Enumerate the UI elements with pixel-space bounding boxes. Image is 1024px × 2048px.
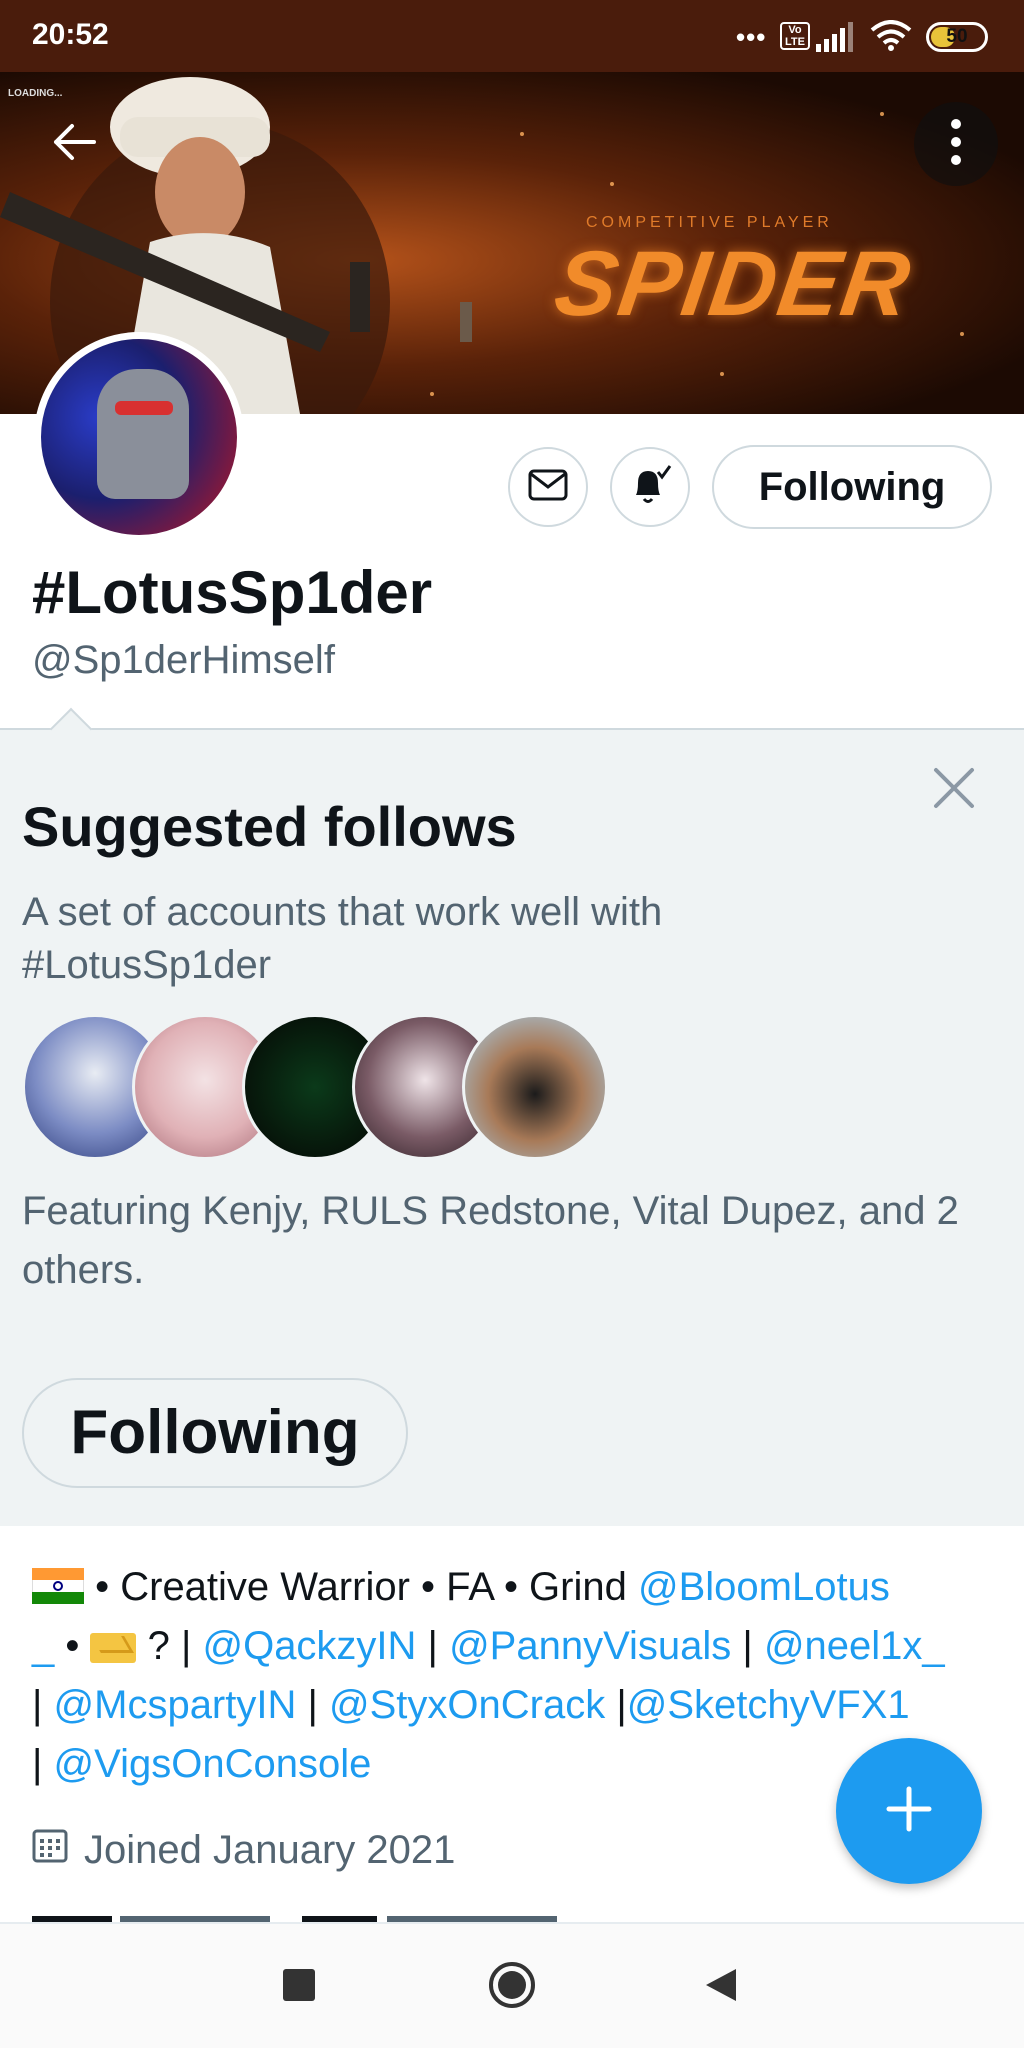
bio-text: |: [32, 1683, 54, 1727]
square-icon: [283, 1968, 315, 2006]
spark: [430, 392, 434, 396]
system-back-button[interactable]: [688, 1954, 754, 2020]
bio-text: |: [416, 1624, 450, 1668]
close-icon: [926, 768, 982, 820]
spark: [960, 332, 964, 336]
more-vertical-icon: [950, 118, 962, 171]
spark: [720, 372, 724, 376]
mention-link[interactable]: @neel1x_: [764, 1624, 945, 1668]
suggested-following-button[interactable]: Following: [22, 1378, 408, 1488]
mention-link[interactable]: _: [32, 1624, 54, 1668]
circle-icon: [488, 1961, 536, 2014]
bio-text: ? |: [136, 1624, 203, 1668]
panel-pointer: [49, 707, 93, 751]
profile-avatar[interactable]: [34, 332, 244, 542]
spark: [520, 132, 524, 136]
home-button[interactable]: [479, 1954, 545, 2020]
banner-brand: SPIDER: [548, 233, 918, 335]
suggested-title: Suggested follows: [22, 795, 517, 858]
calendar-icon: [32, 1827, 84, 1873]
profile-display-name: #LotusSp1der: [32, 559, 433, 626]
recents-button[interactable]: [266, 1954, 332, 2020]
bio-text: |: [605, 1683, 627, 1727]
compose-tweet-button[interactable]: [836, 1738, 982, 1884]
more-notifications-icon: •••: [736, 22, 767, 52]
triangle-back-icon: [704, 1967, 738, 2008]
bio-text: |: [731, 1624, 764, 1668]
avatar-figure: [97, 369, 189, 499]
mention-link[interactable]: @SketchyVFX1: [627, 1683, 910, 1727]
suggested-featuring: Featuring Kenjy, RULS Redstone, Vital Du…: [22, 1189, 959, 1292]
cut-off-text-remnant: [32, 1916, 557, 1922]
mention-link[interactable]: @QackzyIN: [202, 1624, 416, 1668]
incoming-envelope-icon: [90, 1633, 137, 1663]
status-bar: 20:52 ••• Vo LTE 50: [0, 0, 1024, 72]
bio-text: • Creative Warrior • FA • Grind: [84, 1565, 638, 1609]
spark: [880, 112, 884, 116]
mail-icon: [528, 469, 568, 506]
mention-link[interactable]: @VigsOnConsole: [54, 1742, 372, 1786]
message-button[interactable]: [508, 447, 588, 527]
volte-badge: Vo LTE: [780, 22, 810, 50]
notifications-button[interactable]: [610, 447, 690, 527]
signal-icon: [816, 22, 860, 57]
back-button[interactable]: [32, 102, 116, 186]
india-flag-icon: [32, 1568, 84, 1604]
battery-level: 50: [946, 26, 968, 47]
bio-text: •: [54, 1624, 91, 1668]
profile-handle: @Sp1derHimself: [32, 638, 335, 682]
joined-text: Joined January 2021: [84, 1827, 456, 1872]
mention-link[interactable]: @BloomLotus: [638, 1565, 890, 1609]
mention-link[interactable]: @McspartyIN: [54, 1683, 297, 1727]
following-button[interactable]: Following: [712, 445, 992, 529]
mention-link[interactable]: @PannyVisuals: [449, 1624, 731, 1668]
bio-text: |: [296, 1683, 329, 1727]
suggested-follows-panel: Suggested follows A set of accounts that…: [0, 707, 1024, 1526]
banner-subtitle: COMPETITIVE PLAYER: [586, 214, 833, 231]
suggested-avatar[interactable]: [462, 1014, 608, 1160]
plus-icon: [883, 1783, 935, 1840]
follow-counts-cutoff: [32, 1906, 632, 1922]
wifi-icon: [870, 20, 912, 57]
system-navigation-bar: [0, 1922, 1024, 2048]
status-time: 20:52: [32, 18, 109, 51]
dismiss-suggestions-button[interactable]: [926, 760, 982, 816]
suggested-description: A set of accounts that work well with #L…: [22, 890, 663, 987]
suggested-avatars[interactable]: [22, 1014, 622, 1160]
avatar-visor: [115, 401, 173, 415]
arrow-left-icon: [50, 122, 98, 167]
joined-date: Joined January 2021: [32, 1822, 455, 1878]
battery-icon: 50: [926, 22, 988, 52]
mention-link[interactable]: @StyxOnCrack: [329, 1683, 605, 1727]
more-options-button[interactable]: [914, 102, 998, 186]
bio-text: |: [32, 1742, 54, 1786]
spark: [610, 182, 614, 186]
bell-check-icon: [628, 463, 672, 512]
banner-loading-text: LOADING...: [8, 88, 63, 99]
